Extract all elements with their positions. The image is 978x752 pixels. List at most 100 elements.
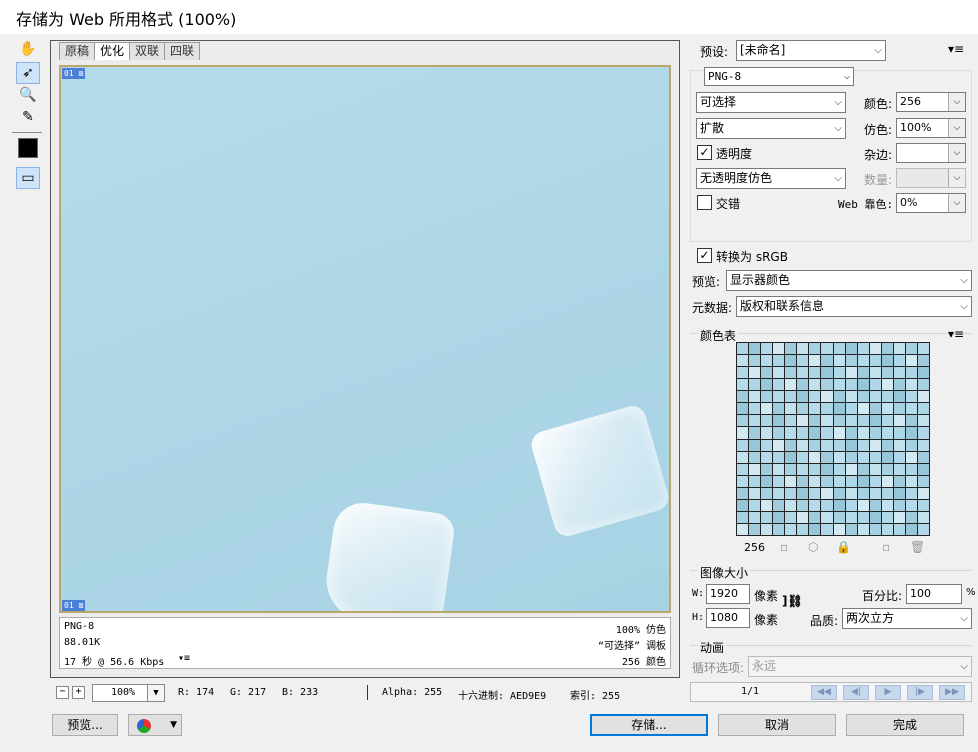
color-swatch[interactable] <box>821 367 833 379</box>
color-swatch[interactable] <box>857 427 869 439</box>
constrain-proportions-icon[interactable]: ]⛓ <box>782 594 803 608</box>
color-swatch[interactable] <box>857 451 869 463</box>
color-swatch[interactable] <box>893 523 905 535</box>
color-swatch[interactable] <box>857 415 869 427</box>
color-swatch[interactable] <box>737 427 749 439</box>
color-swatch[interactable] <box>917 379 929 391</box>
dither-amount-field[interactable]: 100% ⌵ <box>896 118 966 138</box>
color-swatch[interactable] <box>881 403 893 415</box>
color-swatch[interactable] <box>833 355 845 367</box>
color-swatch[interactable] <box>845 439 857 451</box>
color-swatch[interactable] <box>785 391 797 403</box>
color-swatch[interactable] <box>737 511 749 523</box>
color-swatch[interactable] <box>869 523 881 535</box>
color-swatch[interactable] <box>869 475 881 487</box>
color-swatch[interactable] <box>821 487 833 499</box>
color-reduction-select[interactable]: 可选择 ⌵ <box>696 92 846 113</box>
color-swatch[interactable] <box>893 475 905 487</box>
color-swatch[interactable] <box>749 391 761 403</box>
color-swatch[interactable] <box>917 367 929 379</box>
color-swatch[interactable] <box>737 463 749 475</box>
color-swatch[interactable] <box>761 475 773 487</box>
color-swatch[interactable] <box>869 343 881 355</box>
color-swatch[interactable] <box>905 487 917 499</box>
color-swatch[interactable] <box>809 379 821 391</box>
color-swatch[interactable] <box>749 427 761 439</box>
color-swatch[interactable] <box>797 511 809 523</box>
color-swatch[interactable] <box>917 475 929 487</box>
color-swatch[interactable] <box>785 415 797 427</box>
color-swatch[interactable] <box>881 475 893 487</box>
color-swatch[interactable] <box>749 511 761 523</box>
color-swatch[interactable] <box>881 343 893 355</box>
color-swatch[interactable] <box>785 367 797 379</box>
color-swatch[interactable] <box>845 403 857 415</box>
color-swatch[interactable] <box>761 523 773 535</box>
color-swatch[interactable] <box>821 511 833 523</box>
color-swatch[interactable] <box>809 415 821 427</box>
color-swatch[interactable] <box>893 343 905 355</box>
color-table-menu-icon[interactable]: ▾≡ <box>948 327 964 341</box>
color-swatch[interactable] <box>773 355 785 367</box>
color-swatch[interactable] <box>881 379 893 391</box>
color-swatch[interactable] <box>773 463 785 475</box>
color-table-grid[interactable] <box>736 342 930 536</box>
color-swatch[interactable] <box>893 415 905 427</box>
color-swatch[interactable] <box>905 499 917 511</box>
color-swatch[interactable] <box>761 391 773 403</box>
color-swatch[interactable] <box>905 367 917 379</box>
color-swatch[interactable] <box>797 463 809 475</box>
color-swatch[interactable] <box>845 487 857 499</box>
color-swatch[interactable] <box>809 391 821 403</box>
color-swatch[interactable] <box>785 487 797 499</box>
color-swatch[interactable] <box>797 415 809 427</box>
transparency-checkbox[interactable]: ✓ <box>697 145 712 160</box>
preview-button[interactable]: 预览... <box>52 714 118 736</box>
color-swatch[interactable] <box>749 523 761 535</box>
color-swatch[interactable] <box>881 367 893 379</box>
color-swatch[interactable] <box>845 523 857 535</box>
color-swatch[interactable] <box>917 355 929 367</box>
color-swatch[interactable] <box>845 367 857 379</box>
color-swatch[interactable] <box>797 343 809 355</box>
color-swatch[interactable] <box>809 511 821 523</box>
matte-field[interactable]: ⌵ <box>896 143 966 163</box>
color-swatch[interactable] <box>737 391 749 403</box>
color-swatch[interactable] <box>809 523 821 535</box>
color-swatch[interactable] <box>773 451 785 463</box>
color-swatch[interactable] <box>833 451 845 463</box>
color-swatch[interactable] <box>857 463 869 475</box>
color-swatch[interactable] <box>833 379 845 391</box>
color-swatch[interactable] <box>821 391 833 403</box>
color-swatch[interactable] <box>797 499 809 511</box>
color-swatch[interactable] <box>857 343 869 355</box>
color-swatch[interactable] <box>881 511 893 523</box>
color-swatch[interactable] <box>917 391 929 403</box>
preview-mode-select[interactable]: 显示器颜色 ⌵ <box>726 270 972 291</box>
color-swatch[interactable] <box>905 355 917 367</box>
color-swatch[interactable] <box>857 391 869 403</box>
color-swatch[interactable] <box>869 439 881 451</box>
color-swatch[interactable] <box>917 427 929 439</box>
color-swatch[interactable] <box>845 355 857 367</box>
color-swatch[interactable] <box>773 499 785 511</box>
color-swatch[interactable] <box>905 427 917 439</box>
color-swatch[interactable] <box>821 415 833 427</box>
color-swatch[interactable] <box>809 355 821 367</box>
color-swatch[interactable] <box>761 415 773 427</box>
color-swatch[interactable] <box>737 523 749 535</box>
color-swatch[interactable] <box>821 451 833 463</box>
last-frame-icon[interactable]: ▶▶ <box>939 685 965 700</box>
color-swatch[interactable] <box>761 499 773 511</box>
color-swatch[interactable] <box>773 523 785 535</box>
color-swatch[interactable] <box>821 499 833 511</box>
color-swatch[interactable] <box>749 487 761 499</box>
color-swatch[interactable] <box>869 427 881 439</box>
color-swatch[interactable] <box>857 439 869 451</box>
color-swatch[interactable] <box>809 475 821 487</box>
color-swatch[interactable] <box>869 511 881 523</box>
color-swatch[interactable] <box>761 439 773 451</box>
color-swatch[interactable] <box>749 463 761 475</box>
color-swatch[interactable] <box>881 487 893 499</box>
color-swatch[interactable] <box>893 391 905 403</box>
